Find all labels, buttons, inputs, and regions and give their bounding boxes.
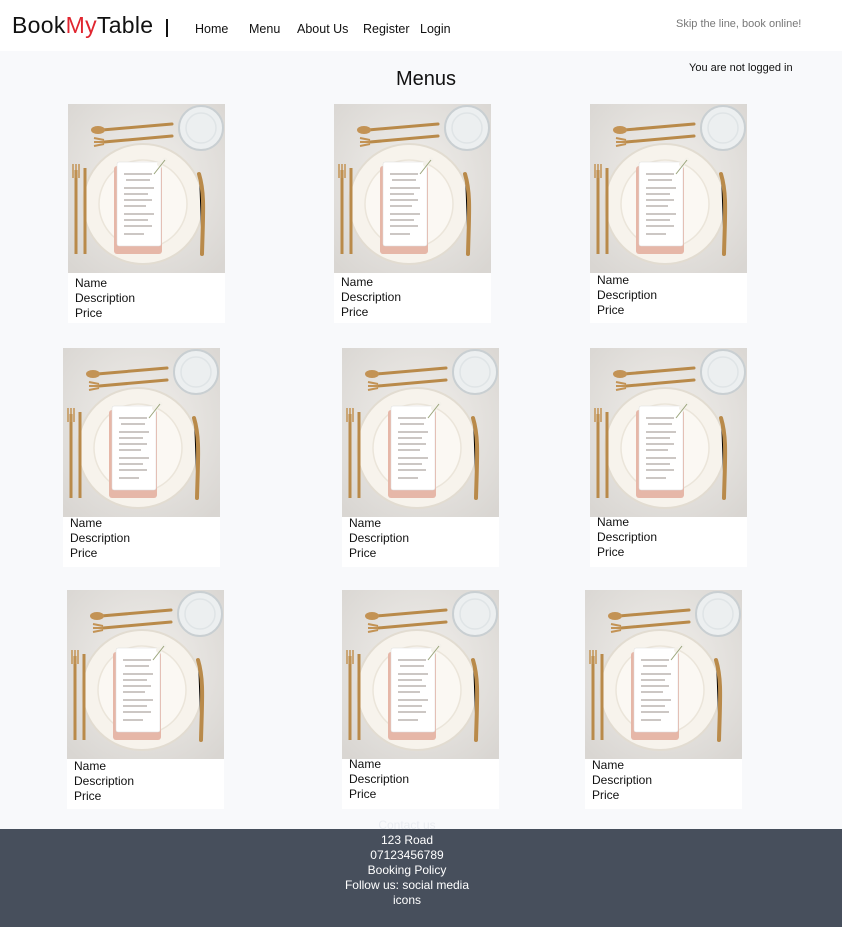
menu-card-description: Description xyxy=(70,531,131,545)
footer-booking-policy-link[interactable]: Booking Policy xyxy=(368,863,447,877)
menu-card-image xyxy=(342,590,499,759)
menu-card-name: Name xyxy=(597,515,630,529)
tagline: Skip the line, book online! xyxy=(676,18,802,30)
footer-address: 123 Road xyxy=(380,833,434,847)
footer-follow-us: Follow us: social media xyxy=(344,878,470,892)
menu-card-price: Price xyxy=(597,545,625,559)
site-footer: Contact us 123 Road 07123456789 Booking … xyxy=(0,818,842,927)
menu-card-image xyxy=(68,104,225,273)
menu-card-name: Name xyxy=(75,276,108,290)
logo-my: My xyxy=(65,12,97,38)
menu-card-description: Description xyxy=(597,288,658,302)
page-title: Menus xyxy=(395,68,457,90)
nav-link-home[interactable]: Home xyxy=(195,22,228,36)
menu-card-details: Name Description Price xyxy=(349,757,409,802)
menu-card-price: Price xyxy=(349,546,377,560)
menu-card-price: Price xyxy=(341,305,369,319)
menu-card-description: Description xyxy=(349,531,410,545)
menu-card-details: Name Description Price xyxy=(349,516,409,561)
menu-card-description: Description xyxy=(341,290,402,304)
menu-card[interactable]: Name Description Price xyxy=(585,590,742,809)
menu-card-details: Name Description Price xyxy=(341,275,401,320)
menu-card[interactable]: Name Description Price xyxy=(342,590,499,809)
menu-card-name: Name xyxy=(349,757,382,771)
menu-card-image xyxy=(585,590,742,759)
menu-card-details: Name Description Price xyxy=(597,515,657,560)
menu-card[interactable]: Name Description Price xyxy=(63,348,220,567)
menu-card-details: Name Description Price xyxy=(592,758,652,803)
nav-link-login[interactable]: Login xyxy=(420,22,451,36)
menu-card[interactable]: Name Description Price xyxy=(342,348,499,567)
menu-card-price: Price xyxy=(74,789,102,803)
menu-card-name: Name xyxy=(341,275,374,289)
menu-card[interactable]: Name Description Price xyxy=(590,104,747,323)
logo-cursor-divider xyxy=(166,19,168,37)
menu-card-price: Price xyxy=(75,306,103,320)
nav-link-about-us[interactable]: About Us xyxy=(297,22,348,36)
menu-card-details: Name Description Price xyxy=(75,276,135,321)
menu-card-price: Price xyxy=(349,787,377,801)
menu-card-details: Name Description Price xyxy=(597,273,657,318)
menu-card-name: Name xyxy=(74,759,107,773)
menu-card-image xyxy=(590,348,747,517)
menu-card-description: Description xyxy=(75,291,136,305)
menu-card-description: Description xyxy=(592,773,653,787)
menu-card-description: Description xyxy=(349,772,410,786)
menu-card-image xyxy=(63,348,220,517)
footer-follow-us-continued: icons xyxy=(392,893,421,907)
menu-card-description: Description xyxy=(74,774,135,788)
menu-card-image xyxy=(67,590,224,759)
menu-card-price: Price xyxy=(597,303,625,317)
menu-card[interactable]: Name Description Price xyxy=(334,104,491,323)
menu-card-details: Name Description Price xyxy=(74,759,134,804)
menu-card[interactable]: Name Description Price xyxy=(67,590,224,809)
menu-card-price: Price xyxy=(592,788,620,802)
top-navigation-bar: BookMyTable Home Menu About Us Register … xyxy=(0,0,842,51)
menu-card-description: Description xyxy=(597,530,658,544)
footer-phone: 07123456789 xyxy=(370,848,444,862)
menu-card-image xyxy=(342,348,499,517)
menu-card[interactable]: Name Description Price xyxy=(590,348,747,567)
menu-card-name: Name xyxy=(70,516,103,530)
logo-book: Book xyxy=(12,12,66,38)
footer-heading: Contact us xyxy=(378,818,436,832)
menu-card-name: Name xyxy=(597,273,630,287)
menu-card-details: Name Description Price xyxy=(70,516,130,561)
menu-card-name: Name xyxy=(349,516,382,530)
site-logo[interactable]: BookMyTable xyxy=(12,11,153,39)
logo-table: Table xyxy=(96,12,154,38)
menu-card-image xyxy=(334,104,491,273)
nav-link-register[interactable]: Register xyxy=(363,22,410,36)
menu-card-price: Price xyxy=(70,546,98,560)
menu-card-name: Name xyxy=(592,758,625,772)
menu-card-image xyxy=(590,104,747,273)
nav-link-menu[interactable]: Menu xyxy=(249,22,280,36)
menu-card[interactable]: Name Description Price xyxy=(68,104,225,323)
